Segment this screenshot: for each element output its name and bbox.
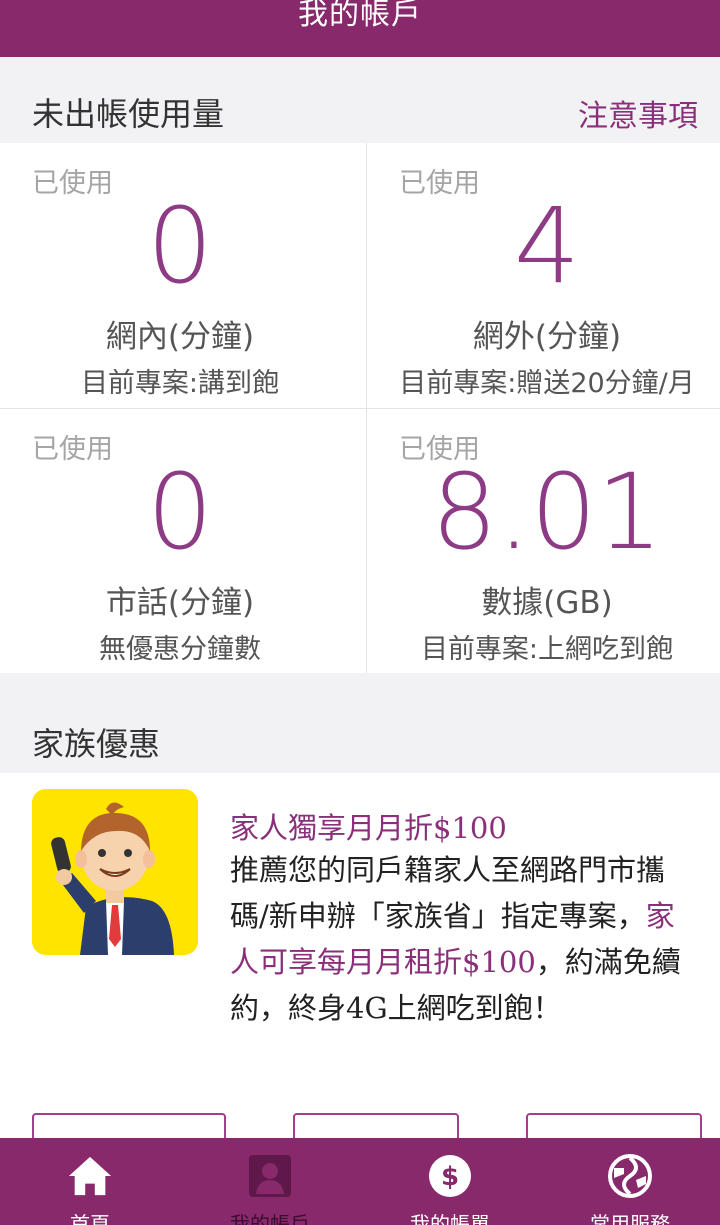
usage-cell-data: 已使用 8.01 數據(GB) 目前專案:上網吃到飽: [367, 409, 720, 674]
usage-grid: 已使用 0 網內(分鐘) 目前專案:講到飽 已使用 4 網外(分鐘) 目前專案:…: [0, 143, 720, 673]
usage-cell-onnet: 已使用 0 網內(分鐘) 目前專案:講到飽: [0, 143, 360, 408]
usage-type-label: 數據(GB): [481, 585, 613, 621]
plan-label: 目前專案:上網吃到飽: [420, 634, 674, 665]
tab-common-services[interactable]: 常用服務: [540, 1138, 720, 1225]
plan-label: 目前專案:贈送20分鐘/月: [399, 368, 695, 399]
tab-my-account[interactable]: 我的帳戶: [180, 1138, 360, 1225]
home-icon: [67, 1154, 113, 1198]
tab-my-bill[interactable]: $ 我的帳單: [360, 1138, 540, 1225]
usage-section-title: 未出帳使用量: [32, 95, 225, 133]
family-section-title: 家族優惠: [32, 725, 161, 763]
app-header: 我的帳戶: [0, 0, 720, 57]
tab-label: 常用服務: [590, 1212, 670, 1225]
page-title: 我的帳戶: [298, 0, 422, 32]
usage-section-header: 未出帳使用量 注意事項: [0, 57, 720, 143]
svg-text:$: $: [441, 1162, 459, 1192]
grid-divider-horizontal: [0, 408, 720, 409]
usage-type-label: 網外(分鐘): [472, 319, 622, 355]
usage-value: 8.01: [431, 451, 663, 573]
tab-label: 我的帳單: [410, 1212, 490, 1225]
promo-heading: 家人獨享月月折$100: [230, 811, 507, 845]
usage-cell-landline: 已使用 0 市話(分鐘) 無優惠分鐘數: [0, 409, 360, 674]
notice-link[interactable]: 注意事項: [578, 91, 698, 135]
usage-value: 0: [146, 451, 214, 573]
globe-service-icon: [607, 1154, 653, 1198]
usage-type-label: 網內(分鐘): [105, 319, 255, 355]
plan-label: 無優惠分鐘數: [99, 634, 261, 665]
mascot-image: [32, 789, 198, 955]
family-promo-card[interactable]: 家人獨享月月折$100 推薦您的同戶籍家人至網路門市攜碼/新申辦「家族省」指定專…: [0, 773, 720, 1143]
plan-label: 目前專案:講到飽: [80, 368, 280, 399]
usage-value: 0: [146, 185, 214, 307]
tab-label: 我的帳戶: [230, 1212, 310, 1225]
bottom-tab-bar: 首頁 我的帳戶 $ 我的帳單 常用服務: [0, 1138, 720, 1225]
promo-body-part-1: 推薦您的同戶籍家人至網路門市攜碼/新申辦「家族省」指定專案，: [230, 853, 666, 933]
family-section-header: 家族優惠: [0, 687, 720, 773]
usage-type-label: 市話(分鐘): [105, 585, 255, 621]
account-icon: [247, 1154, 293, 1198]
promo-text-block: 家人獨享月月折$100 推薦您的同戶籍家人至網路門市攜碼/新申辦「家族省」指定專…: [230, 809, 690, 1031]
tab-label: 首頁: [70, 1212, 110, 1225]
usage-value: 4: [513, 185, 581, 307]
usage-cell-offnet: 已使用 4 網外(分鐘) 目前專案:贈送20分鐘/月: [367, 143, 720, 408]
promo-body: 推薦您的同戶籍家人至網路門市攜碼/新申辦「家族省」指定專案，家人可享每月月租折$…: [230, 847, 690, 1031]
businessman-mascot-icon: [32, 789, 198, 955]
dollar-icon: $: [427, 1154, 473, 1198]
tab-home[interactable]: 首頁: [0, 1138, 180, 1225]
